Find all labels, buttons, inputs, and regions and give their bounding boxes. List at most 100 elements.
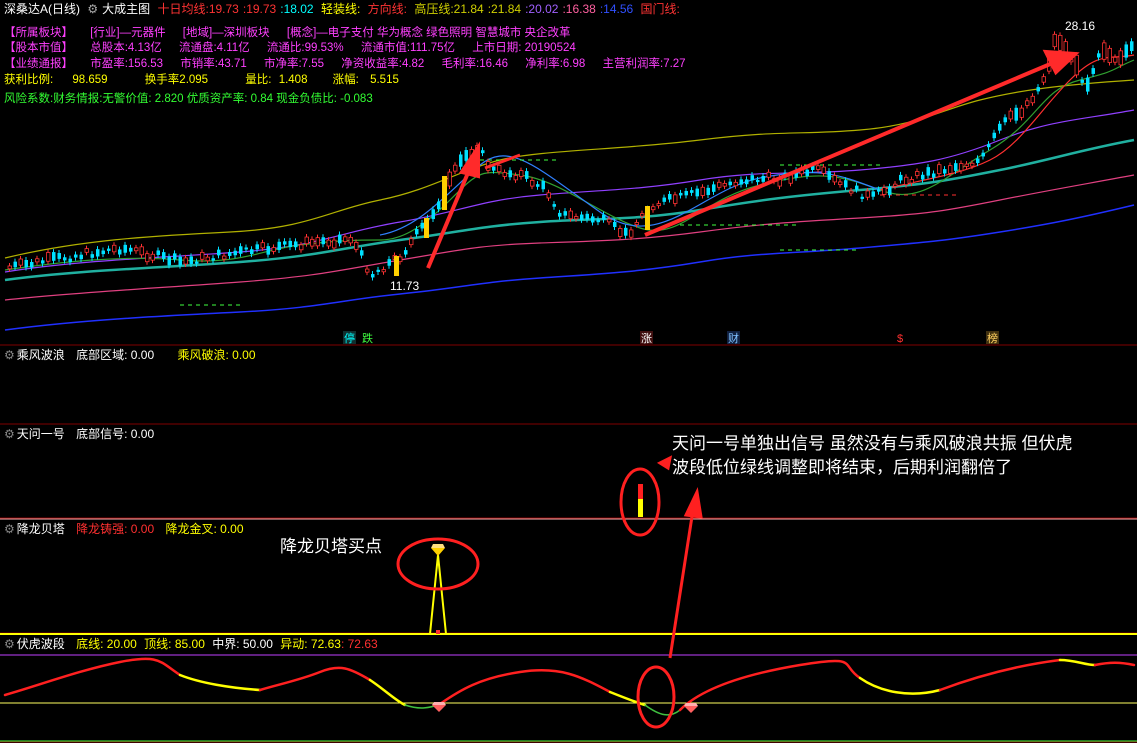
- wave-yellow-5: [1058, 658, 1097, 667]
- candle-body: [315, 237, 320, 247]
- candle-body: [74, 254, 78, 258]
- candle-body: [96, 249, 100, 257]
- chevron-icon[interactable]: ⚙: [4, 427, 15, 441]
- candle-body: [568, 210, 573, 220]
- candle-body: [156, 250, 160, 255]
- candle-body: [893, 183, 898, 187]
- candle-body: [1008, 110, 1013, 120]
- xianglong-cross-value: 降龙金叉: 0.00: [165, 522, 244, 536]
- candle-body: [310, 238, 315, 247]
- candle-body: [899, 174, 903, 181]
- candle-body: [855, 185, 859, 190]
- candle-body: [877, 189, 881, 192]
- candle-body: [816, 165, 821, 170]
- candle-body: [673, 194, 678, 204]
- candle-body: [1107, 47, 1112, 63]
- candle-body: [607, 218, 612, 223]
- candle-body: [634, 222, 639, 226]
- candle-body: [1052, 33, 1057, 48]
- candle-body: [1058, 34, 1063, 51]
- candle-body: [348, 236, 353, 244]
- wave-yellow-1: [178, 673, 262, 692]
- candle-body: [640, 213, 645, 217]
- candle-body: [992, 132, 996, 139]
- candle-body: [508, 170, 512, 178]
- wave-red-5: [938, 658, 1062, 692]
- candle-body: [68, 258, 72, 263]
- candle-body: [13, 261, 17, 268]
- candle-body: [1030, 95, 1035, 104]
- chevron-icon[interactable]: ⚙: [4, 348, 15, 362]
- candle-body: [420, 222, 424, 229]
- candle-body: [437, 201, 441, 210]
- candle-body: [690, 190, 694, 193]
- candle-body: [46, 252, 51, 262]
- kline-chart[interactable]: 28.16 11.73 停 跌 涨 财 $ 榜: [0, 0, 1137, 743]
- candle-body: [129, 247, 133, 252]
- chevron-icon[interactable]: ⚙: [4, 522, 15, 536]
- candle-body: [453, 164, 458, 172]
- candle-body: [118, 249, 122, 255]
- candle-body: [921, 174, 925, 180]
- candle-body: [360, 250, 364, 256]
- candle-body: [668, 194, 672, 200]
- candle-body: [888, 186, 892, 195]
- candle-body: [915, 171, 920, 176]
- badge-fall: 跌: [362, 331, 373, 345]
- wave-yellow-4: [858, 676, 942, 695]
- candle-body: [139, 246, 144, 256]
- panel-name: 降龙贝塔: [16, 522, 65, 536]
- panel-label-xianglong: ⚙ 降龙贝塔 降龙铸强: 0.00 降龙金叉: 0.00: [4, 522, 252, 536]
- candle-body: [371, 274, 375, 278]
- candle-body: [162, 252, 166, 259]
- candle-body: [84, 248, 89, 253]
- wave-red-3: [438, 668, 612, 706]
- candle-body: [200, 251, 205, 260]
- top-line-value: 顶线: 85.00: [144, 637, 205, 651]
- candle-body: [821, 166, 826, 174]
- wave-red-2: [258, 666, 372, 692]
- candle-body: [651, 206, 656, 211]
- candle-body: [733, 181, 738, 187]
- low-price-mark: 11.73: [390, 279, 419, 293]
- candle-body: [447, 171, 452, 187]
- candle-body: [304, 236, 309, 245]
- candle-body: [459, 154, 463, 167]
- candle-body: [756, 179, 760, 183]
- wave-green-2: [644, 704, 681, 716]
- candle-body: [326, 239, 331, 247]
- candle-body: [865, 190, 870, 198]
- annotation-tianwen-line2: 波段低位绿线调整即将结束，后期利润翻倍了: [672, 458, 1012, 477]
- candle-body: [1019, 107, 1024, 118]
- candle-body: [926, 167, 930, 176]
- chevron-icon[interactable]: ⚙: [4, 637, 15, 651]
- candle-body: [7, 265, 12, 270]
- candle-body: [338, 234, 342, 244]
- candle-body: [536, 184, 540, 187]
- candle-body: [343, 236, 348, 242]
- badge-finance: 财: [728, 331, 739, 345]
- candle-body: [1080, 79, 1084, 83]
- candle-body: [134, 247, 139, 252]
- candle-body: [173, 253, 177, 260]
- candle-body: [79, 254, 83, 260]
- candle-body: [948, 165, 953, 174]
- candle-body: [1130, 41, 1134, 52]
- candle-body: [376, 269, 380, 272]
- panel-label-chengfeng: ⚙ 乘风波浪 底部区域: 0.00 乘风破浪: 0.00: [4, 348, 264, 362]
- candle-body: [1086, 77, 1090, 92]
- candle-body: [761, 175, 765, 182]
- candle-body: [750, 175, 754, 181]
- candle-body: [222, 255, 227, 260]
- candle-body: [145, 253, 150, 263]
- candle-body: [613, 221, 617, 228]
- bottom-signal-value: 底部信号: 0.00: [76, 427, 155, 441]
- candlesticks: [7, 31, 1134, 281]
- candle-body: [288, 240, 292, 248]
- candle-body: [283, 241, 287, 245]
- candle-body: [1074, 54, 1079, 76]
- candle-body: [844, 180, 848, 188]
- candle-body: [717, 181, 722, 188]
- candle-body: [546, 192, 551, 199]
- event-badges: 停 跌 涨 财 $ 榜: [343, 331, 999, 345]
